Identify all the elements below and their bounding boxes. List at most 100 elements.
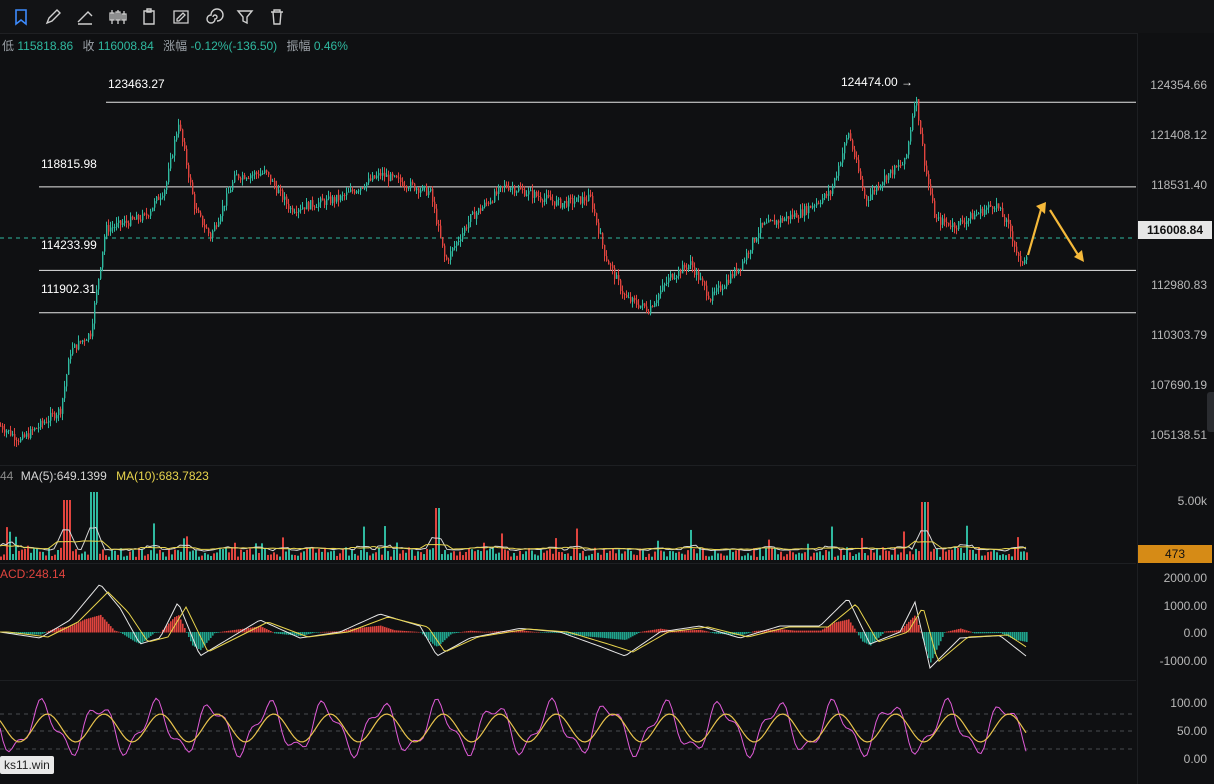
macd-histogram-bar xyxy=(716,632,718,634)
candle-body xyxy=(252,174,254,176)
macd-histogram-bar xyxy=(956,629,958,633)
macd-histogram-bar xyxy=(434,632,436,646)
macd-histogram-bar xyxy=(954,629,956,633)
candle-body xyxy=(118,220,120,223)
candle-body xyxy=(420,190,422,193)
forecast-down-arrow xyxy=(1049,209,1081,259)
candle-body xyxy=(920,120,922,134)
candle-body xyxy=(222,205,224,217)
macd-histogram-bar xyxy=(594,632,596,638)
macd-histogram-bar xyxy=(586,632,588,637)
axis-scroll-handle[interactable] xyxy=(1207,392,1214,432)
candle-body xyxy=(184,141,186,149)
volume-bar xyxy=(186,536,188,560)
macd-histogram-bar xyxy=(78,622,80,633)
candle-body xyxy=(746,252,748,261)
candle-body xyxy=(236,174,238,176)
macd-histogram-bar xyxy=(1018,632,1020,641)
volume-bar xyxy=(849,552,851,560)
volume-bar xyxy=(297,555,299,560)
macd-histogram-bar xyxy=(610,632,612,639)
candle-body xyxy=(484,202,486,208)
macd-histogram-bar xyxy=(224,631,226,633)
candle-body xyxy=(318,202,320,208)
volume-bar xyxy=(630,550,632,560)
candle-body xyxy=(466,227,468,229)
volume-bar xyxy=(768,539,770,560)
candle-body xyxy=(904,157,906,165)
macd-histogram-bar xyxy=(690,630,692,633)
macd-histogram-bar xyxy=(364,627,366,633)
candle-body xyxy=(216,225,218,227)
macd-histogram-bar xyxy=(958,628,960,633)
volume-bar xyxy=(735,550,737,560)
candle-body xyxy=(122,223,124,225)
candle-body xyxy=(962,220,964,223)
candle-body xyxy=(966,220,968,224)
candle-body xyxy=(540,196,542,201)
macd-histogram-bar xyxy=(888,631,890,633)
macd-histogram-bar xyxy=(692,630,694,633)
candle-body xyxy=(474,211,476,219)
macd-histogram-bar xyxy=(270,630,272,633)
candle-body xyxy=(54,413,56,419)
candle-body xyxy=(232,182,234,190)
macd-histogram-bar xyxy=(448,632,450,637)
candle-body xyxy=(292,208,294,213)
candle-body xyxy=(134,218,136,220)
candle-body xyxy=(224,205,226,207)
volume-bar xyxy=(126,555,128,560)
candle-body xyxy=(110,227,112,232)
volume-bar xyxy=(648,553,650,560)
candle-body xyxy=(208,228,210,234)
candle-body xyxy=(96,289,98,304)
volume-bar xyxy=(837,555,839,560)
macd-histogram-bar xyxy=(470,630,472,633)
macd-histogram-bar xyxy=(482,631,484,633)
candle-body xyxy=(24,434,26,437)
candle-body xyxy=(986,207,988,210)
candle-body xyxy=(918,99,920,121)
macd-histogram-bar xyxy=(476,631,478,633)
volume-bar xyxy=(192,550,194,560)
volume-bar xyxy=(726,555,728,560)
candle-body xyxy=(662,285,664,291)
candle-body xyxy=(140,219,142,221)
volume-bar xyxy=(558,551,560,560)
candle-body xyxy=(802,209,804,216)
candle-body xyxy=(860,171,862,180)
macd-histogram-bar xyxy=(970,631,972,633)
candle-body xyxy=(278,189,280,194)
candle-body xyxy=(970,213,972,219)
macd-histogram-bar xyxy=(384,626,386,633)
candle-body xyxy=(850,133,852,141)
volume-bar xyxy=(240,549,242,560)
price-axis[interactable]: 124354.66 121408.12 118531.40 112980.83 … xyxy=(1137,33,1214,784)
candle-body xyxy=(366,182,368,188)
macd-histogram-bar xyxy=(612,632,614,639)
candle-body xyxy=(522,189,524,191)
candle-body xyxy=(814,205,816,207)
volume-bar xyxy=(999,555,1001,560)
candle-body xyxy=(146,213,148,216)
volume-bar xyxy=(117,554,119,560)
volume-bar xyxy=(573,548,575,560)
volume-bar xyxy=(441,554,443,560)
volume-bar xyxy=(696,553,698,560)
candle-body xyxy=(320,198,322,203)
macd-histogram-bar xyxy=(894,630,896,633)
candle-body xyxy=(564,201,566,204)
macd-histogram-bar xyxy=(808,630,810,633)
candle-body xyxy=(916,99,918,106)
volume-bar xyxy=(84,551,86,560)
candle-body xyxy=(902,164,904,166)
candle-body xyxy=(996,203,998,209)
volume-bar xyxy=(663,551,665,560)
macd-histogram-bar xyxy=(182,623,184,633)
chart-canvas[interactable] xyxy=(0,0,1136,784)
candle-body xyxy=(796,213,798,218)
macd-histogram-bar xyxy=(360,627,362,633)
candle-body xyxy=(138,214,140,220)
macd-histogram-bar xyxy=(650,630,652,633)
volume-bar xyxy=(51,556,53,560)
